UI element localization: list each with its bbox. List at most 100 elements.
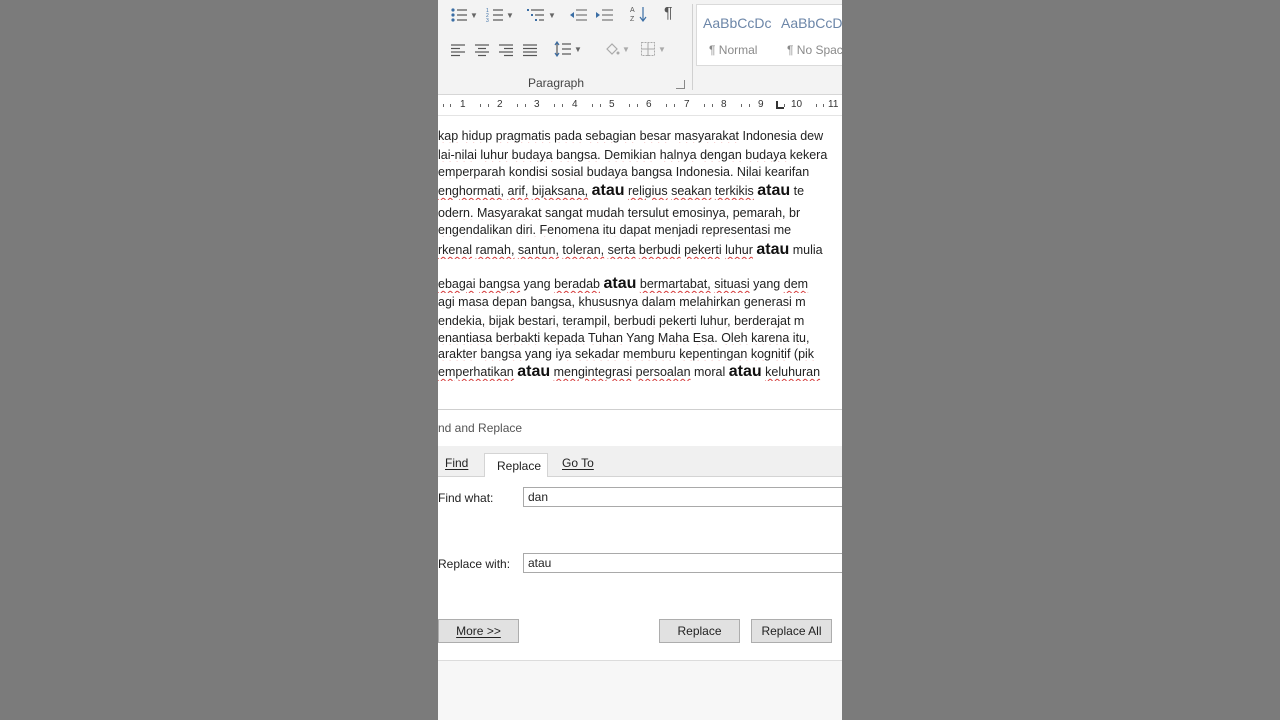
- justify-button[interactable]: [522, 41, 538, 59]
- more-button[interactable]: More >>: [438, 619, 519, 643]
- document-line: ebagai bangsa yang beradab atau bermarta…: [438, 275, 809, 292]
- ruler-number: 7: [684, 99, 690, 110]
- borders-icon: [641, 42, 655, 56]
- style-normal[interactable]: AaBbCcDc ¶ Normal: [697, 5, 773, 65]
- ruler-number: 8: [721, 99, 727, 110]
- style-preview: AaBbCcDc: [703, 15, 772, 31]
- align-center-button[interactable]: [474, 41, 490, 59]
- document-line: kap hidup pragmatis pada sebagian besar …: [438, 129, 824, 143]
- ruler-tick: [525, 104, 526, 107]
- dialog-title: nd and Replace: [438, 421, 523, 435]
- shading-button[interactable]: ▼: [604, 40, 630, 58]
- justify-icon: [523, 44, 537, 57]
- bullets-icon: [451, 8, 467, 22]
- multilevel-list-button[interactable]: ▼: [526, 6, 556, 24]
- ruler-tick: [517, 104, 518, 107]
- tab-replace[interactable]: Replace: [484, 453, 548, 479]
- left-tab-stop[interactable]: [776, 101, 784, 109]
- svg-text:3: 3: [486, 18, 489, 23]
- style-name: ¶ No Spac...: [787, 43, 842, 57]
- styles-gallery: AaBbCcDc ¶ Normal AaBbCcDc ¶ No Spac...: [696, 4, 842, 66]
- replace-button[interactable]: Replace: [659, 619, 740, 643]
- ruler-number: 11: [828, 99, 839, 110]
- word-window: ▼ 1 2 3 ▼ ▼ AZ ¶ ▼ ▼ ▼ Paragraph AaBbCcD…: [438, 0, 842, 720]
- line-spacing-button[interactable]: ▼: [554, 40, 582, 58]
- document-page[interactable]: kap hidup pragmatis pada sebagian besar …: [438, 118, 842, 408]
- show-formatting-button[interactable]: ¶: [664, 5, 673, 23]
- ruler-tick: [629, 104, 630, 107]
- ruler-number: 5: [609, 99, 615, 110]
- numbering-icon: 123: [486, 8, 503, 23]
- ruler-number: 1: [460, 99, 466, 110]
- dialog-titlebar[interactable]: nd and Replace: [438, 410, 842, 446]
- replace-all-button[interactable]: Replace All: [751, 619, 832, 643]
- tab-replace-label: Replace: [497, 459, 542, 473]
- bullets-button[interactable]: ▼: [450, 6, 478, 24]
- ruler-tick: [554, 104, 555, 107]
- decrease-indent-icon: [570, 9, 587, 21]
- ruler-tick: [488, 104, 489, 107]
- replace-with-label: Replace with:: [438, 557, 511, 571]
- paragraph-group-label: Paragraph: [527, 76, 585, 90]
- ruler-number: 2: [497, 99, 503, 110]
- ruler-tick: [712, 104, 713, 107]
- svg-text:Z: Z: [630, 16, 635, 23]
- ruler-tick: [443, 104, 444, 107]
- document-line: lai-nilai luhur budaya bangsa. Demikian …: [438, 148, 828, 162]
- ruler-tick: [741, 104, 742, 107]
- ruler-tick: [450, 104, 451, 107]
- borders-button[interactable]: ▼: [640, 40, 666, 58]
- document-line: emperhatikan atau mengintegrasi persoala…: [438, 363, 821, 380]
- align-right-icon: [499, 44, 513, 57]
- find-replace-dialog: nd and Replace Find Replace Go To Find w…: [438, 409, 842, 660]
- replace-with-input[interactable]: [523, 553, 842, 573]
- ruler-number: 3: [534, 99, 540, 110]
- ruler-tick: [704, 104, 705, 107]
- document-line: emperparah kondisi sosial budaya bangsa …: [438, 165, 810, 179]
- ruler-number: 10: [791, 99, 803, 110]
- document-line: enghormati, arif, bijaksana, atau religi…: [438, 182, 805, 199]
- document-line: enantiasa berbakti kepada Tuhan Yang Mah…: [438, 331, 810, 345]
- find-what-input[interactable]: [523, 487, 842, 507]
- style-no-spacing[interactable]: AaBbCcDc ¶ No Spac...: [775, 5, 842, 65]
- align-left-button[interactable]: [450, 41, 466, 59]
- ruler-number: 9: [758, 99, 764, 110]
- numbering-button[interactable]: 1 2 3 ▼: [486, 6, 514, 24]
- tab-goto[interactable]: Go To: [562, 456, 594, 470]
- svg-text:A: A: [630, 7, 635, 14]
- ruler-tick: [637, 104, 638, 107]
- document-line: engendalikan diri. Fenomena itu dapat me…: [438, 223, 792, 237]
- group-divider: [692, 4, 693, 90]
- replace-all-button-label: Replace All: [761, 624, 822, 638]
- ribbon: ▼ 1 2 3 ▼ ▼ AZ ¶ ▼ ▼ ▼ Paragraph AaBbCcD…: [438, 0, 842, 95]
- more-button-label: More >>: [456, 624, 501, 638]
- ruler-tick: [674, 104, 675, 107]
- ruler-number: 4: [572, 99, 578, 110]
- document-line: odern. Masyarakat sangat mudah tersulut …: [438, 206, 801, 220]
- line-spacing-icon: [554, 41, 571, 57]
- document-area-below-dialog: [438, 660, 842, 720]
- ruler-tick: [666, 104, 667, 107]
- ruler-tick: [480, 104, 481, 107]
- ruler-tick: [823, 104, 824, 107]
- align-right-button[interactable]: [498, 41, 514, 59]
- replace-button-label: Replace: [677, 624, 722, 638]
- ruler-number: 6: [646, 99, 652, 110]
- multilevel-list-icon: [527, 9, 544, 21]
- paragraph-dialog-launcher[interactable]: [676, 80, 685, 89]
- ruler-tick: [562, 104, 563, 107]
- horizontal-ruler[interactable]: 1 2 3 4 5 6 7 8 9 10 11: [438, 95, 842, 116]
- pilcrow-icon: ¶: [664, 5, 673, 22]
- tab-find[interactable]: Find: [445, 456, 468, 470]
- ruler-tick: [784, 104, 785, 107]
- document-line: agi masa depan bangsa, khususnya dalam m…: [438, 295, 806, 309]
- ruler-tick: [816, 104, 817, 107]
- decrease-indent-button[interactable]: [568, 6, 588, 24]
- sort-az-icon: AZ: [630, 7, 647, 23]
- increase-indent-button[interactable]: [594, 6, 614, 24]
- document-line: rkenal ramah, santun, toleran, serta ber…: [438, 241, 823, 258]
- ruler-tick: [600, 104, 601, 107]
- document-line: arakter bangsa yang iya sekadar memburu …: [438, 347, 815, 361]
- sort-button[interactable]: AZ: [630, 5, 648, 23]
- increase-indent-icon: [596, 9, 613, 21]
